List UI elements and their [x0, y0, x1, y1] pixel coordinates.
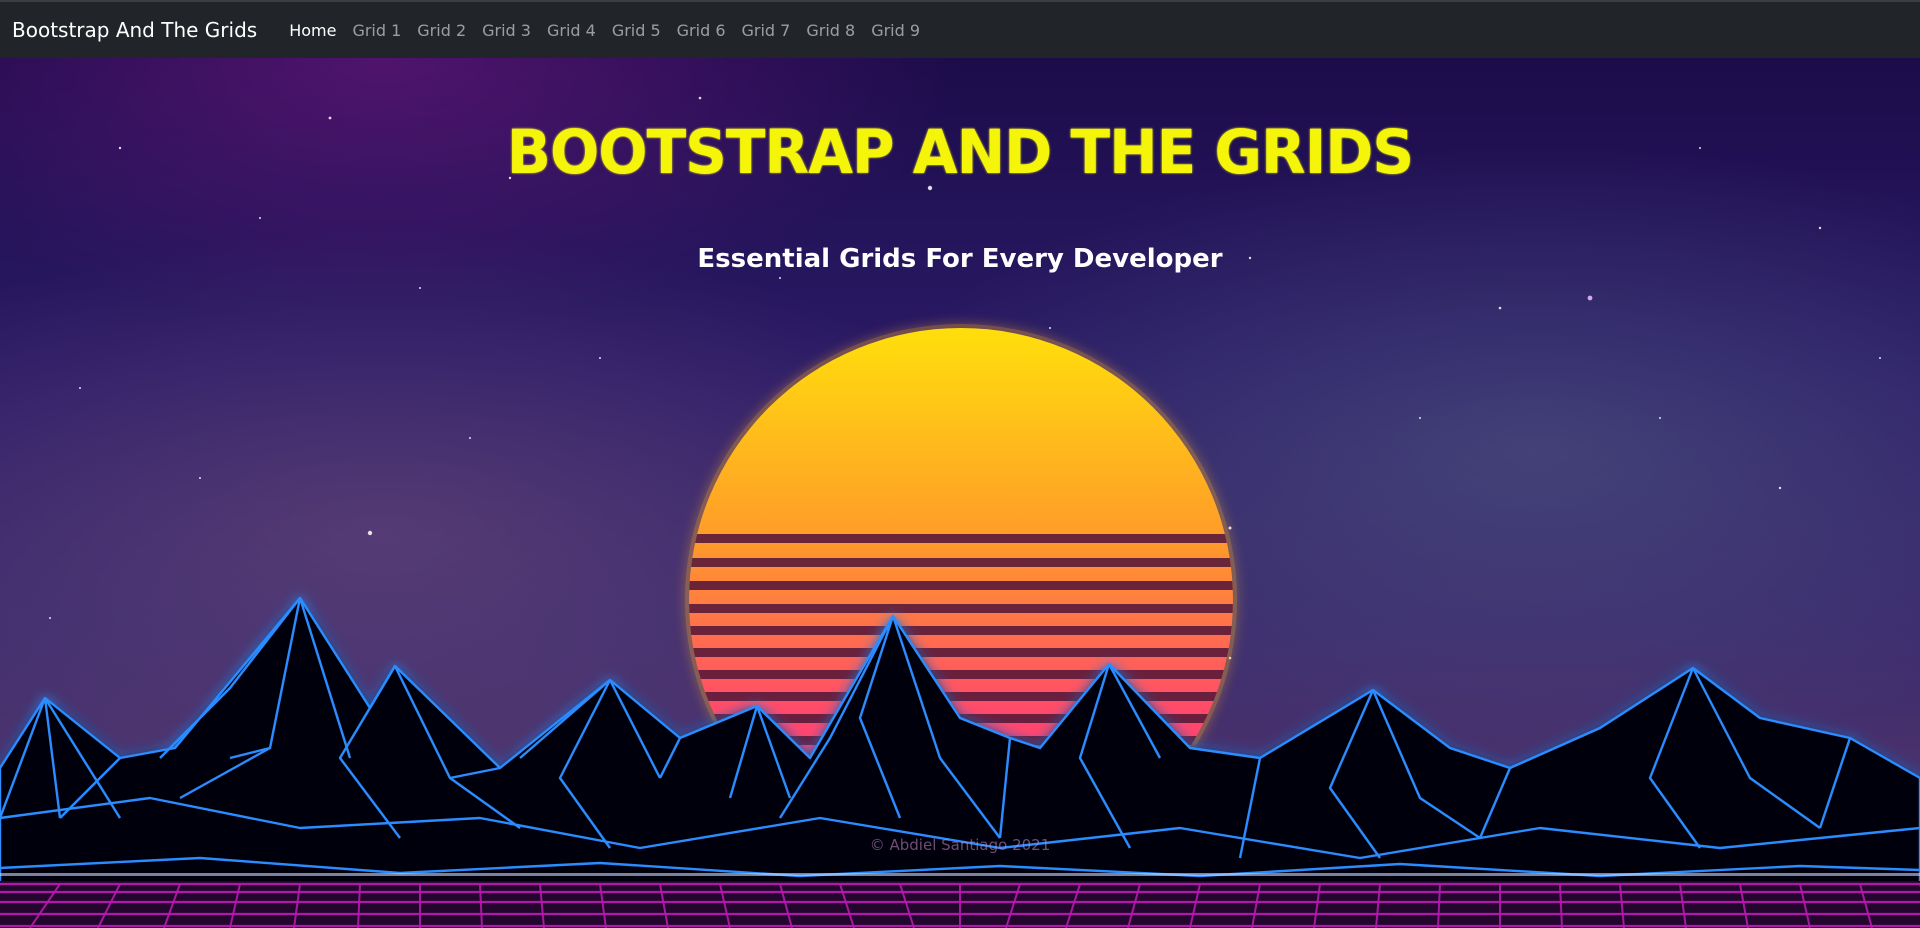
navbar-brand[interactable]: Bootstrap And The Grids: [12, 18, 257, 42]
nav-link-grid-7[interactable]: Grid 7: [734, 21, 799, 40]
hero-section: BOOTSTRAP AND THE GRIDS Essential Grids …: [0, 58, 1920, 928]
hero-title: BOOTSTRAP AND THE GRIDS: [506, 116, 1414, 188]
footer-copyright: © Abdiel Santiago 2021: [869, 836, 1051, 854]
navbar: Bootstrap And The Grids Home Grid 1 Grid…: [0, 0, 1920, 58]
nav-link-grid-4[interactable]: Grid 4: [539, 21, 604, 40]
nav-link-grid-3[interactable]: Grid 3: [474, 21, 539, 40]
nav-link-grid-6[interactable]: Grid 6: [669, 21, 734, 40]
nav-link-grid-2[interactable]: Grid 2: [409, 21, 474, 40]
nav-link-grid-1[interactable]: Grid 1: [344, 21, 409, 40]
synthwave-background-image: [0, 58, 1920, 928]
nav-link-grid-9[interactable]: Grid 9: [863, 21, 928, 40]
nav-link-home[interactable]: Home: [281, 21, 344, 40]
nav-links: Home Grid 1 Grid 2 Grid 3 Grid 4 Grid 5 …: [281, 21, 928, 40]
hero-subtitle: Essential Grids For Every Developer: [697, 244, 1223, 274]
nav-link-grid-5[interactable]: Grid 5: [604, 21, 669, 40]
page: Bootstrap And The Grids Home Grid 1 Grid…: [0, 0, 1920, 928]
nav-link-grid-8[interactable]: Grid 8: [798, 21, 863, 40]
